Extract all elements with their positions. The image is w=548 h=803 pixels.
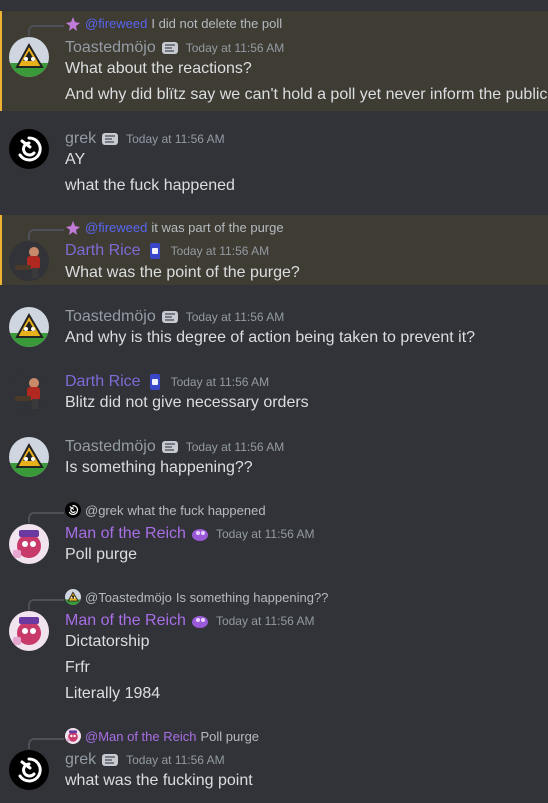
message-line: what was the fucking point [65, 772, 253, 789]
reply-mention[interactable]: @fireweed [85, 16, 147, 31]
badge-icon [191, 612, 209, 630]
author-name[interactable]: Toastedmöjo [65, 438, 156, 456]
badge-icon [191, 525, 209, 543]
reply-preview[interactable]: @fireweed it was part of the purge [65, 219, 284, 235]
author-name[interactable]: Toastedmöjo [65, 308, 156, 326]
grek-mini-avatar-icon [65, 502, 81, 518]
timestamp: Today at 11:56 AM [170, 375, 270, 389]
message-line: Frfr [65, 659, 90, 676]
avatar[interactable] [9, 611, 49, 651]
message-line: What was the point of the purge? [65, 264, 300, 281]
message-grek-2: @Man of the Reich Poll purge grek Today … [0, 724, 548, 799]
badge-icon [161, 438, 179, 456]
badge-icon [161, 39, 179, 57]
message-toast-1: @fireweed I did not delete the poll Toas… [0, 11, 548, 111]
author-name[interactable]: grek [65, 130, 96, 148]
reply-spine [28, 25, 64, 36]
reply-mention[interactable]: @grek [85, 503, 124, 518]
reply-text: Is something happening?? [175, 589, 329, 605]
badge-icon [101, 751, 119, 769]
timestamp: Today at 11:56 AM [215, 527, 315, 541]
message-header: Man of the Reich Today at 11:56 AM [65, 611, 314, 631]
message-header: Toastedmöjo Today at 11:56 AM [65, 437, 284, 457]
message-reich-1: @grek what the fuck happened Man of the … [0, 498, 548, 573]
timestamp: Today at 11:56 AM [126, 753, 225, 767]
message-rice-1: @fireweed it was part of the purge Darth… [0, 215, 548, 285]
badge-icon [101, 130, 119, 148]
timestamp: Today at 11:56 AM [185, 440, 285, 454]
fireweed-avatar-icon [65, 15, 81, 31]
author-name[interactable]: Darth Rice [65, 373, 141, 391]
message-header: Darth Rice Today at 11:56 AM [65, 241, 269, 261]
avatar[interactable] [9, 129, 49, 169]
badge-icon [146, 242, 164, 260]
timestamp: Today at 11:56 AM [170, 244, 270, 258]
avatar[interactable] [9, 372, 49, 412]
timestamp: Today at 11:56 AM [185, 310, 285, 324]
message-line: And why is this degree of action being t… [65, 329, 476, 346]
reply-mention[interactable]: @Man of the Reich [85, 729, 196, 744]
avatar[interactable] [9, 241, 49, 281]
reply-text: it was part of the purge [151, 219, 284, 235]
reply-preview[interactable]: @grek what the fuck happened [65, 502, 266, 518]
message-reich-2: @Toastedmöjo Is something happening?? Ma… [0, 585, 548, 710]
message-grek-1: grek Today at 11:56 AM AY what the fuck … [0, 125, 548, 200]
message-line: What about the reactions? [65, 60, 252, 77]
message-header: Toastedmöjo Today at 11:56 AM [65, 307, 284, 327]
badge-icon [161, 308, 179, 326]
reply-spine [28, 738, 64, 749]
reply-text: what the fuck happened [127, 502, 266, 518]
message-line: Dictatorship [65, 633, 150, 650]
message-line: Blitz did not give necessary orders [65, 394, 309, 411]
avatar[interactable] [9, 437, 49, 477]
reply-text: Poll purge [200, 728, 260, 744]
message-line: Poll purge [65, 546, 138, 563]
avatar[interactable] [9, 524, 49, 564]
reply-spine [28, 599, 64, 610]
author-name[interactable]: grek [65, 751, 96, 769]
message-header: Man of the Reich Today at 11:56 AM [65, 524, 314, 544]
avatar[interactable] [9, 750, 49, 790]
timestamp: Today at 11:56 AM [126, 132, 225, 146]
author-name[interactable]: Darth Rice [65, 242, 141, 260]
fireweed-avatar-icon [65, 219, 81, 235]
timestamp: Today at 11:56 AM [185, 41, 285, 55]
reply-mention[interactable]: @fireweed [85, 220, 147, 235]
reply-preview[interactable]: @Man of the Reich Poll purge [65, 728, 259, 744]
reply-mention[interactable]: @Toastedmöjo [85, 590, 172, 605]
message-header: Toastedmöjo Today at 11:56 AM [65, 38, 284, 58]
reich-mini-avatar-icon [65, 728, 81, 744]
message-line: Literally 1984 [65, 685, 161, 702]
author-name[interactable]: Man of the Reich [65, 612, 186, 630]
badge-icon [146, 373, 164, 391]
reply-text: I did not delete the poll [151, 15, 283, 31]
message-toast-2: Toastedmöjo Today at 11:56 AM And why is… [0, 303, 548, 355]
reply-preview[interactable]: @Toastedmöjo Is something happening?? [65, 589, 328, 605]
message-line: Is something happening?? [65, 459, 253, 476]
message-toast-3: Toastedmöjo Today at 11:56 AM Is somethi… [0, 433, 548, 485]
avatar[interactable] [9, 37, 49, 77]
author-name[interactable]: Man of the Reich [65, 525, 186, 543]
toast-mini-avatar-icon [65, 589, 81, 605]
author-name[interactable]: Toastedmöjo [65, 39, 156, 57]
message-header: Darth Rice Today at 11:56 AM [65, 372, 269, 392]
reply-preview[interactable]: @fireweed I did not delete the poll [65, 15, 282, 31]
message-line: AY [65, 151, 86, 168]
message-rice-2: Darth Rice Today at 11:56 AM Blitz did n… [0, 368, 548, 420]
message-line: And why did blïtz say we can't hold a po… [65, 86, 548, 103]
message-header: grek Today at 11:56 AM [65, 129, 225, 149]
message-header: grek Today at 11:56 AM [65, 750, 225, 770]
reply-spine [28, 229, 64, 240]
timestamp: Today at 11:56 AM [215, 614, 315, 628]
reply-spine [28, 512, 64, 523]
avatar[interactable] [9, 307, 49, 347]
message-line: what the fuck happened [65, 177, 235, 194]
